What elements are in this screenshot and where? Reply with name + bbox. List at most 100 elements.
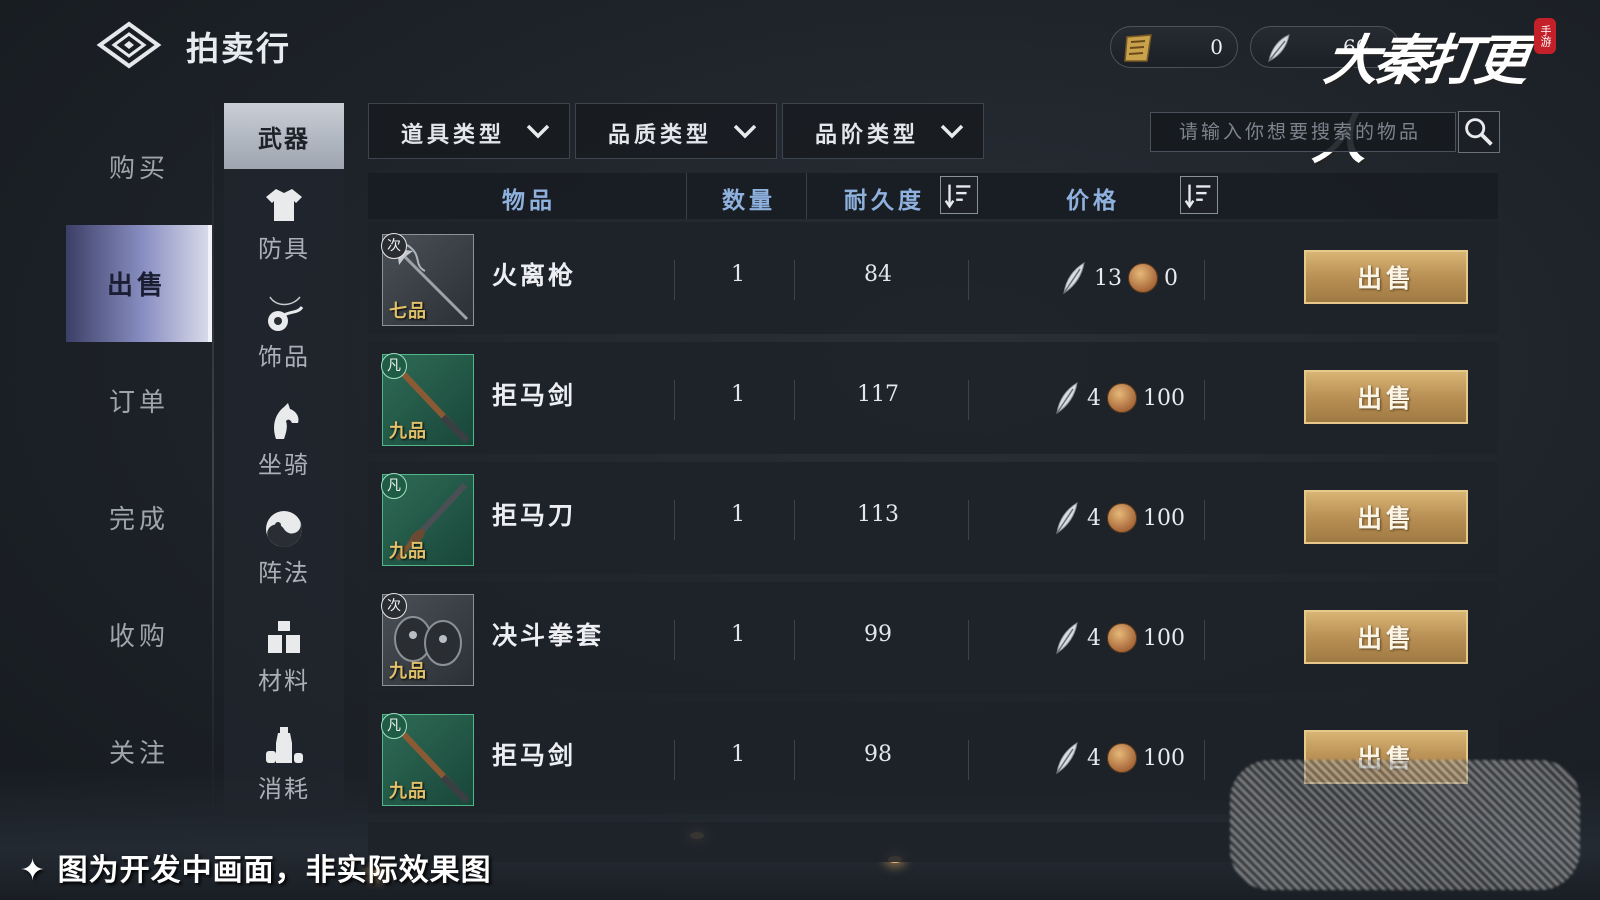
price-coin: 100: [1143, 385, 1185, 411]
grade-badge: 凡: [381, 713, 407, 739]
chevron-down-icon: [733, 124, 757, 139]
item-name: 拒马刀: [492, 501, 577, 530]
column-divider: [674, 380, 675, 420]
table-row[interactable]: 次 七品 火离枪 1 84 13 0 出售: [368, 222, 1498, 334]
price-coin: 100: [1143, 745, 1185, 771]
item-thumbnail[interactable]: 凡 九品: [381, 473, 474, 566]
blocks-icon: [268, 620, 300, 653]
item-quantity: 1: [731, 382, 745, 407]
sort-icon: [944, 184, 971, 209]
main-nav: 购买 出售 订单 完成 收购 关注: [66, 108, 212, 810]
item-price: 4 100: [1008, 378, 1228, 418]
price-feather: 4: [1087, 745, 1101, 771]
nav-item-completed[interactable]: 完成: [66, 459, 212, 576]
nav-item-sell[interactable]: 出售: [66, 225, 212, 342]
rank-type-label: 品阶类型: [815, 122, 920, 148]
item-type-dropdown[interactable]: 道具类型: [368, 103, 570, 159]
quality-type-label: 品质类型: [608, 122, 713, 148]
column-divider: [806, 173, 807, 219]
table-row[interactable]: 次 九品 决斗拳套 1 99 4 100 出售: [368, 582, 1498, 694]
column-divider: [794, 500, 795, 540]
category-list: 武器 防具 饰品 坐骑 阵法 材料 消耗: [224, 103, 344, 823]
price-feather: 13: [1094, 265, 1122, 291]
price-coin: 100: [1143, 625, 1185, 651]
item-price: 4 100: [1008, 618, 1228, 658]
sell-button[interactable]: 出售: [1304, 250, 1468, 304]
category-formation[interactable]: 阵法: [224, 493, 344, 601]
table-row[interactable]: 凡 九品 拒马剑 1 117 4 100 出售: [368, 342, 1498, 454]
item-quantity: 1: [731, 262, 745, 287]
category-consumable[interactable]: 消耗: [224, 709, 344, 817]
category-weapon[interactable]: 武器: [224, 103, 344, 169]
column-divider: [1204, 740, 1205, 780]
nav-item-watchlist[interactable]: 关注: [66, 693, 212, 810]
search-button[interactable]: [1458, 111, 1500, 153]
column-divider: [968, 380, 969, 420]
column-divider: [674, 620, 675, 660]
bottle-icon: [266, 726, 303, 763]
item-durability: 113: [857, 502, 899, 527]
rank-label: 九品: [389, 661, 427, 682]
column-divider: [794, 620, 795, 660]
item-quantity: 1: [731, 622, 745, 647]
back-button[interactable]: [96, 20, 162, 70]
category-label: 武器: [258, 123, 310, 153]
dev-caption: ✦ 图为开发中画面，非实际效果图: [20, 853, 492, 888]
column-divider: [1204, 260, 1205, 300]
item-name: 拒马剑: [492, 741, 577, 770]
item-thumbnail[interactable]: 次 七品: [381, 233, 474, 326]
sort-price-button[interactable]: [1180, 176, 1218, 214]
item-quantity: 1: [731, 502, 745, 527]
table-row[interactable]: 凡 九品 拒马刀 1 113 4 100 出售: [368, 462, 1498, 574]
column-divider: [968, 620, 969, 660]
category-mount[interactable]: 坐骑: [224, 385, 344, 493]
item-thumbnail[interactable]: 凡 九品: [381, 713, 474, 806]
nav-item-buy[interactable]: 购买: [66, 108, 212, 225]
category-material[interactable]: 材料: [224, 601, 344, 709]
feather-icon: [1056, 502, 1078, 535]
quality-type-dropdown[interactable]: 品质类型: [575, 103, 777, 159]
search-icon: [1465, 118, 1493, 146]
header-durability: 耐久度: [844, 187, 925, 214]
category-accessory[interactable]: 饰品: [224, 277, 344, 385]
pendant-icon: [268, 295, 304, 331]
sell-button[interactable]: 出售: [1304, 610, 1468, 664]
rank-label: 九品: [389, 541, 427, 562]
copper-coin-icon: [1107, 623, 1137, 653]
yin-yang-icon: [266, 510, 302, 547]
category-label: 坐骑: [258, 450, 310, 479]
header-item: 物品: [502, 187, 556, 214]
category-armor[interactable]: 防具: [224, 169, 344, 277]
logo-seal: 手游: [1534, 18, 1556, 54]
currency-scroll-display: 0: [1110, 26, 1238, 68]
game-logo: 大秦打更人 手游: [1309, 14, 1560, 171]
header: 拍卖行 0 60 大秦打更人 手游: [0, 0, 1600, 171]
column-divider: [794, 380, 795, 420]
feather-icon: [1063, 262, 1085, 295]
rank-type-dropdown[interactable]: 品阶类型: [782, 103, 984, 159]
column-divider: [794, 740, 795, 780]
rank-label: 九品: [389, 421, 427, 442]
header-price: 价格: [1066, 187, 1120, 214]
item-type-label: 道具类型: [401, 122, 506, 148]
sell-button[interactable]: 出售: [1304, 490, 1468, 544]
item-name: 决斗拳套: [492, 621, 605, 650]
feather-icon: [1268, 34, 1290, 62]
header-quantity: 数量: [722, 187, 776, 214]
search-input[interactable]: [1151, 113, 1455, 151]
sort-durability-button[interactable]: [940, 176, 978, 214]
item-thumbnail[interactable]: 凡 九品: [381, 353, 474, 446]
item-price: 4 100: [1008, 498, 1228, 538]
horse-icon: [274, 402, 299, 439]
chevron-down-icon: [526, 124, 550, 139]
grade-badge: 次: [381, 233, 407, 259]
sell-button[interactable]: 出售: [1304, 370, 1468, 424]
nav-item-orders[interactable]: 订单: [66, 342, 212, 459]
price-feather: 4: [1087, 385, 1101, 411]
currency-scroll-value: 0: [1210, 35, 1223, 59]
category-label: 防具: [258, 234, 310, 263]
nav-item-purchase-request[interactable]: 收购: [66, 576, 212, 693]
table-header: 物品 数量 耐久度 价格: [368, 173, 1498, 219]
item-durability: 99: [864, 622, 892, 647]
item-thumbnail[interactable]: 次 九品: [381, 593, 474, 686]
